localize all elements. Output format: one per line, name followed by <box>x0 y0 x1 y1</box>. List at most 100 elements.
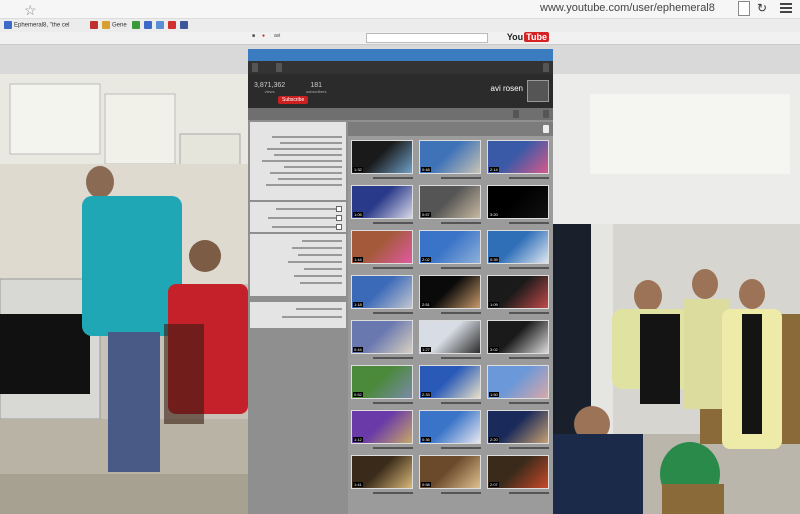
video-thumbnail[interactable]: 1:41 <box>351 455 413 489</box>
video-thumbnail[interactable]: 1:32 <box>351 140 413 174</box>
bookmark-item[interactable] <box>168 21 178 30</box>
bookmark-favicon-icon <box>102 21 110 29</box>
video-thumbnail[interactable]: 1:27 <box>419 320 481 354</box>
video-duration: 0:57 <box>421 212 431 217</box>
reload-icon[interactable]: ↻ <box>757 1 767 15</box>
video-duration: 2:02 <box>421 257 431 262</box>
video-caption[interactable] <box>419 310 481 315</box>
video-duration: 1:32 <box>353 167 363 172</box>
bookmark-item[interactable] <box>132 21 142 30</box>
video-caption[interactable] <box>351 355 413 360</box>
video-caption[interactable] <box>351 400 413 405</box>
video-caption[interactable] <box>487 220 549 225</box>
video-tab-3[interactable] <box>485 125 491 133</box>
search-input[interactable] <box>366 33 488 43</box>
channel-name: avi rosen <box>490 84 523 93</box>
video-thumbnail[interactable]: 2:33 <box>419 365 481 399</box>
bookmark-label: Gene <box>112 22 127 29</box>
video-caption[interactable] <box>487 490 549 495</box>
video-tab-2[interactable] <box>517 125 523 133</box>
video-thumbnail[interactable]: 2:02 <box>419 230 481 264</box>
youtube-logo[interactable]: You Tube <box>507 32 549 43</box>
bookmark-item[interactable]: Ephemeral8, "the cel <box>4 21 70 30</box>
bookmark-star-icon[interactable]: ☆ <box>24 2 37 19</box>
video-tab-uploads[interactable] <box>543 125 549 133</box>
video-thumbnail[interactable]: 1:44 <box>351 230 413 264</box>
nav-button-1[interactable] <box>543 63 549 72</box>
menu-icon[interactable] <box>780 3 792 15</box>
bookmark-item[interactable] <box>144 21 154 30</box>
account-avatar[interactable]: ■ <box>252 33 255 39</box>
video-caption[interactable] <box>487 445 549 450</box>
link-icon-1[interactable] <box>336 206 342 212</box>
video-thumbnail[interactable]: 0:48 <box>419 140 481 174</box>
nav-button-3[interactable] <box>276 63 282 72</box>
video-caption[interactable] <box>487 400 549 405</box>
subscribers-stat: 181 subscribers <box>306 82 326 94</box>
video-thumbnail[interactable]: 0:39 <box>487 230 549 264</box>
video-caption[interactable] <box>351 445 413 450</box>
video-thumbnail[interactable]: 0:58 <box>419 455 481 489</box>
video-thumbnail[interactable]: 2:07 <box>487 455 549 489</box>
youtube-top-bar: ■ ● avi You Tube <box>248 31 553 44</box>
subnav-tab-2[interactable] <box>513 110 519 118</box>
video-thumbnail[interactable]: 0:52 <box>351 365 413 399</box>
channel-avatar[interactable] <box>527 80 549 102</box>
video-duration: 0:44 <box>353 347 363 352</box>
subscribers-label: subscribers <box>306 89 327 94</box>
video-sort[interactable] <box>356 125 362 133</box>
video-thumbnail[interactable]: 2:14 <box>487 140 549 174</box>
profile-column <box>250 122 346 514</box>
video-thumbnail[interactable]: 1:50 <box>487 365 549 399</box>
video-caption[interactable] <box>487 310 549 315</box>
video-caption[interactable] <box>419 400 481 405</box>
video-thumbnail[interactable]: 1:05 <box>351 185 413 219</box>
video-caption[interactable] <box>351 175 413 180</box>
video-thumbnail[interactable]: 0:57 <box>419 185 481 219</box>
video-caption[interactable] <box>351 265 413 270</box>
video-caption[interactable] <box>419 220 481 225</box>
notice-banner <box>248 49 553 61</box>
video-thumbnail[interactable]: 3:02 <box>487 320 549 354</box>
bookmark-item[interactable] <box>90 21 100 30</box>
video-thumbnail[interactable]: 0:36 <box>419 410 481 444</box>
video-caption[interactable] <box>351 310 413 315</box>
video-caption[interactable] <box>419 490 481 495</box>
video-duration: 2:07 <box>489 482 499 487</box>
video-thumbnail[interactable]: 3:20 <box>487 185 549 219</box>
video-tab-4[interactable] <box>449 125 455 133</box>
bookmark-favicon-icon <box>156 21 164 29</box>
video-thumbnail[interactable]: 2:20 <box>487 410 549 444</box>
video-caption[interactable] <box>419 265 481 270</box>
video-duration: 1:50 <box>489 392 499 397</box>
bookmark-item[interactable]: Gene <box>102 21 127 30</box>
nav-button-2[interactable] <box>252 63 258 72</box>
link-icon-3[interactable] <box>336 224 342 230</box>
link-icon-2[interactable] <box>336 215 342 221</box>
video-caption[interactable] <box>351 490 413 495</box>
video-caption[interactable] <box>487 355 549 360</box>
bookmark-item[interactable] <box>180 21 190 30</box>
bookmark-item[interactable] <box>156 21 166 30</box>
subnav-tab-1[interactable] <box>543 110 549 118</box>
video-caption[interactable] <box>419 445 481 450</box>
video-caption[interactable] <box>487 265 549 270</box>
logo-you: You <box>506 32 524 42</box>
video-caption[interactable] <box>419 175 481 180</box>
video-thumbnail[interactable]: 1:09 <box>487 275 549 309</box>
video-caption[interactable] <box>487 175 549 180</box>
video-thumbnail[interactable]: 2:51 <box>419 275 481 309</box>
video-thumbnail[interactable]: 1:12 <box>351 410 413 444</box>
video-thumbnail[interactable]: 1:18 <box>351 275 413 309</box>
video-duration: 1:05 <box>353 212 363 217</box>
subscribe-button[interactable]: Subscribe <box>278 96 309 104</box>
notifications-icon[interactable]: ● <box>262 33 265 39</box>
links-panel <box>250 202 346 232</box>
url-field[interactable]: www.youtube.com/user/ephemeral8 <box>540 2 715 14</box>
video-caption[interactable] <box>419 355 481 360</box>
video-caption[interactable] <box>351 220 413 225</box>
video-duration: 2:20 <box>489 437 499 442</box>
user-label[interactable]: avi <box>274 33 280 39</box>
video-thumbnail[interactable]: 0:44 <box>351 320 413 354</box>
video-duration: 2:33 <box>421 392 431 397</box>
